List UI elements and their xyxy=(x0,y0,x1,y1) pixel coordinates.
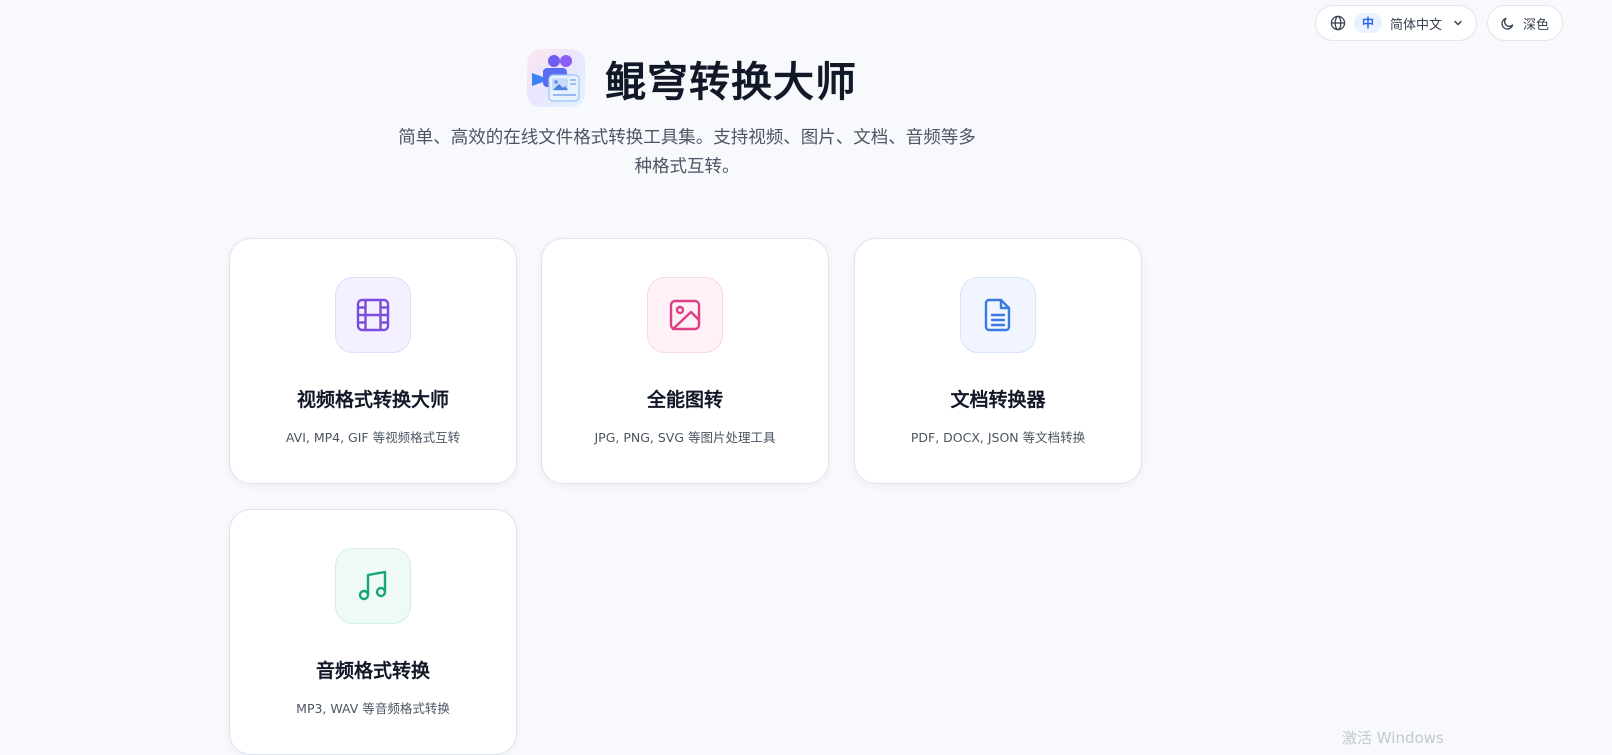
tool-card-title: 文档转换器 xyxy=(950,389,1046,411)
tool-card-video-converter[interactable]: 视频格式转换大师 AVI, MP4, GIF 等视频格式互转 xyxy=(229,238,517,484)
language-badge: 中 xyxy=(1354,13,1383,33)
moon-icon xyxy=(1500,16,1515,31)
globe-icon xyxy=(1330,15,1346,31)
tool-card-description: PDF, DOCX, JSON 等文档转换 xyxy=(910,430,1086,445)
tool-card-title: 视频格式转换大师 xyxy=(296,389,449,411)
image-icon xyxy=(647,277,723,353)
document-icon xyxy=(960,277,1036,353)
tool-card-image-converter[interactable]: 全能图转 JPG, PNG, SVG 等图片处理工具 xyxy=(541,238,829,484)
tool-card-document-converter[interactable]: 文档转换器 PDF, DOCX, JSON 等文档转换 xyxy=(854,238,1142,484)
tool-card-title: 全能图转 xyxy=(646,389,723,411)
tool-card-audio-converter[interactable]: 音频格式转换 MP3, WAV 等音频格式转换 xyxy=(229,509,517,755)
tool-card-description: AVI, MP4, GIF 等视频格式互转 xyxy=(285,430,461,445)
language-selector[interactable]: 中 简体中文 xyxy=(1315,5,1477,41)
music-note-icon xyxy=(335,548,411,624)
theme-toggle-button[interactable]: 深色 xyxy=(1487,5,1563,41)
tool-card-title: 音频格式转换 xyxy=(315,660,430,682)
page: 中 简体中文 深色 鲲穹转换大师 简单、高效的在线文件格式转换工具集。支持视频、… xyxy=(0,0,1612,755)
tool-card-description: MP3, WAV 等音频格式转换 xyxy=(296,701,450,716)
film-icon xyxy=(335,277,411,353)
brand: 鲲穹转换大师 xyxy=(527,48,857,108)
chevron-down-icon xyxy=(1452,17,1464,29)
windows-activation-watermark: 激活 Windows xyxy=(1342,729,1444,747)
language-label: 简体中文 xyxy=(1390,17,1443,33)
tool-card-description: JPG, PNG, SVG 等图片处理工具 xyxy=(594,430,776,445)
app-logo-icon xyxy=(527,49,585,107)
app-title: 鲲穹转换大师 xyxy=(605,58,857,106)
theme-label: 深色 xyxy=(1523,17,1550,33)
app-subtitle: 简单、高效的在线文件格式转换工具集。支持视频、图片、文档、音频等多种格式互转。 xyxy=(398,128,976,177)
